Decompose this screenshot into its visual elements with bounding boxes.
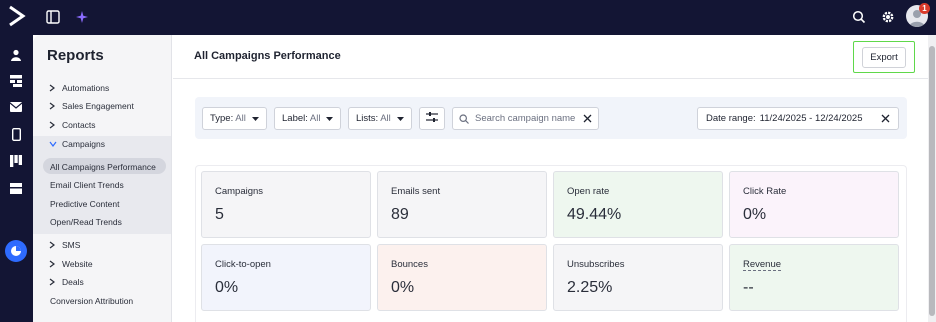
metric-label: Emails sent (391, 186, 441, 197)
sidebar-item-contacts[interactable]: Contacts (49, 120, 96, 130)
metric-value: 2.25% (567, 279, 613, 296)
sidebar-subitem-predictive-content[interactable]: Predictive Content (50, 199, 119, 209)
sidebar-item-deals[interactable]: Deals (49, 277, 84, 287)
page-title: All Campaigns Performance (194, 50, 341, 62)
metric-value: -- (743, 279, 754, 296)
chevron-down-icon (49, 141, 58, 147)
sidebar-item-label: Contacts (62, 120, 96, 130)
notification-badge: 1 (919, 3, 930, 14)
metric-card: Open rate 49.44% (553, 171, 723, 238)
metric-card: Unsubscribes 2.25% (553, 244, 723, 311)
logo-icon[interactable] (7, 5, 27, 27)
board-icon[interactable] (8, 153, 24, 169)
reports-sidebar: Reports Automations Sales Engagement Con… (33, 35, 172, 322)
date-range-label: Date range: (706, 113, 756, 124)
sidebar-item-label: Sales Engagement (62, 101, 134, 111)
contacts-icon[interactable] (8, 47, 24, 63)
sidebar-item-campaigns[interactable]: Campaigns (49, 139, 105, 149)
sidebar-item-label: Website (62, 259, 93, 269)
sidebar-subitem-open-read-trends[interactable]: Open/Read Trends (50, 217, 122, 227)
sidebar-subitem-all-campaigns-performance[interactable]: All Campaigns Performance (50, 162, 156, 172)
metric-label: Unsubscribes (567, 259, 625, 270)
chevron-right-icon (49, 84, 58, 92)
metric-value: 89 (391, 206, 409, 223)
metric-label: Click-to-open (215, 259, 271, 270)
top-bar: 1 (0, 0, 936, 35)
lists-filter[interactable]: Lists: All (348, 107, 412, 130)
clear-search-icon[interactable] (583, 114, 592, 123)
metric-card: Campaigns 5 (201, 171, 371, 238)
date-range-filter[interactable]: Date range: 11/24/2025 - 12/24/2025 (697, 107, 899, 130)
metric-value: 0% (215, 279, 239, 296)
clear-date-icon[interactable] (881, 114, 890, 123)
date-range-value: 11/24/2025 - 12/24/2025 (759, 113, 863, 124)
sliders-icon (426, 112, 438, 125)
metric-card: Bounces 0% (377, 244, 547, 311)
gear-icon[interactable] (879, 8, 897, 26)
main-content: All Campaigns Performance Export Type: A… (173, 35, 936, 322)
metric-label: Bounces (391, 259, 428, 270)
search-icon[interactable] (850, 8, 868, 26)
sidebar-title: Reports (47, 47, 104, 64)
metric-card: Emails sent 89 (377, 171, 547, 238)
metric-value: 0% (391, 279, 415, 296)
metric-card: Click-to-open 0% (201, 244, 371, 311)
type-filter[interactable]: Type: All (202, 107, 267, 130)
metric-value: 49.44% (567, 206, 622, 223)
metric-card: Click Rate 0% (729, 171, 899, 238)
sidebar-item-automations[interactable]: Automations (49, 83, 109, 93)
sidebar-item-sms[interactable]: SMS (49, 240, 80, 250)
export-button[interactable]: Export (862, 46, 906, 68)
metric-label: Click Rate (743, 186, 787, 197)
campaign-search-input[interactable]: Search campaign name (452, 107, 599, 130)
chevron-right-icon (49, 121, 58, 129)
chevron-right-icon (49, 278, 58, 286)
export-button-focus[interactable]: Export (853, 41, 915, 73)
label-filter-label: Label: (282, 113, 308, 124)
mobile-icon[interactable] (8, 126, 24, 142)
caret-down-icon (396, 116, 404, 121)
mail-icon[interactable] (8, 99, 24, 115)
metric-label: Campaigns (215, 186, 264, 197)
metric-label: Open rate (567, 186, 610, 197)
search-icon (459, 113, 469, 124)
chevron-right-icon (49, 241, 58, 249)
caret-down-icon (326, 116, 334, 121)
left-rail (0, 35, 33, 322)
label-filter[interactable]: Label: All (274, 107, 342, 130)
metric-card: Revenue -- (729, 244, 899, 311)
list-icon[interactable] (8, 180, 24, 196)
sidebar-item-conversion-attribution[interactable]: Conversion Attribution (50, 296, 133, 306)
label-filter-value: All (309, 113, 321, 124)
header-divider (173, 78, 936, 79)
sidebar-item-label: Deals (62, 277, 84, 287)
type-filter-label: Type: (210, 113, 234, 124)
sidebar-toggle-icon[interactable] (44, 8, 62, 26)
chevron-right-icon (49, 260, 58, 268)
metric-value: 0% (743, 206, 767, 223)
sidebar-item-label: Campaigns (62, 139, 105, 149)
reports-icon[interactable] (8, 243, 24, 259)
sidebar-item-label: SMS (62, 240, 81, 250)
filter-settings-button[interactable] (419, 107, 445, 130)
sidebar-subitem-email-client-trends[interactable]: Email Client Trends (50, 180, 124, 190)
scrollbar-thumb[interactable] (929, 46, 935, 316)
sparkle-icon[interactable] (73, 8, 91, 26)
type-filter-value: All (235, 113, 246, 124)
sidebar-item-website[interactable]: Website (49, 259, 93, 269)
sidebar-item-label: Automations (62, 83, 110, 93)
sitemap-icon[interactable] (8, 73, 24, 89)
metric-value: 5 (215, 206, 224, 223)
lists-filter-value: All (380, 113, 391, 124)
sidebar-item-sales-engagement[interactable]: Sales Engagement (49, 101, 134, 111)
caret-down-icon (251, 116, 259, 121)
lists-filter-label: Lists: (356, 113, 379, 124)
metric-label-revenue[interactable]: Revenue (743, 259, 782, 271)
chevron-right-icon (49, 102, 58, 110)
search-placeholder: Search campaign name (475, 113, 576, 124)
